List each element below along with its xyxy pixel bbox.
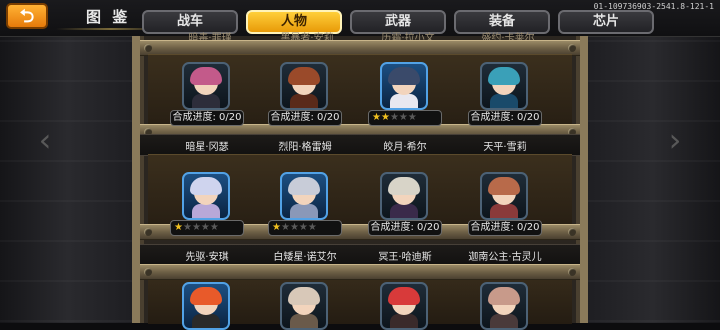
portrait-hair	[288, 177, 320, 195]
portrait-body	[192, 314, 220, 328]
star-icon: ★	[289, 222, 299, 233]
portrait-hair	[388, 177, 420, 195]
tab-chips[interactable]: 芯片	[558, 10, 654, 34]
star-icon: ★	[272, 222, 281, 233]
portrait-hair	[388, 67, 420, 85]
character-name: 烈阳·格雷姆	[278, 142, 332, 153]
character-name: 迦南公主·古灵儿	[468, 252, 542, 263]
portrait-body	[390, 204, 418, 218]
character-portrait[interactable]	[380, 62, 428, 110]
portrait-hair	[288, 67, 320, 85]
star-icon: ★	[407, 112, 417, 123]
character-portrait[interactable]	[380, 172, 428, 220]
build-id: 01-109736903-2541.8-121-1	[593, 2, 714, 11]
star-rating: ★★★★★	[170, 220, 244, 236]
portrait-body	[290, 204, 318, 218]
portrait-hair	[388, 287, 420, 305]
portrait-hair	[190, 177, 222, 195]
portrait-hair	[488, 67, 520, 85]
character-portrait[interactable]	[182, 62, 230, 110]
star-rating: ★★★★★	[368, 110, 442, 126]
star-icon: ★	[389, 112, 399, 123]
star-icon: ★	[200, 222, 210, 233]
portrait-hair	[488, 287, 520, 305]
character-name: 天平·雪莉	[483, 142, 527, 153]
character-name: 皎月·希尔	[383, 142, 427, 153]
character-name: 冥王·哈迪斯	[378, 252, 432, 263]
star-icon: ★	[191, 222, 201, 233]
character-name: 白矮星·诺艾尔	[273, 252, 337, 263]
portrait-body	[490, 314, 518, 328]
portrait-body	[390, 94, 418, 108]
portrait-hair	[190, 287, 222, 305]
character-portrait[interactable]	[280, 62, 328, 110]
left-hangar-panel	[0, 0, 150, 323]
portrait-body	[290, 314, 318, 328]
page-title: 图 鉴	[86, 8, 131, 26]
portrait-hair	[488, 177, 520, 195]
character-name: 先驱·安琪	[185, 252, 229, 263]
star-icon: ★	[209, 222, 219, 233]
synthesis-progress: 合成进度: 0/20	[468, 220, 542, 236]
star-icon: ★	[174, 222, 183, 233]
star-icon: ★	[398, 112, 408, 123]
synthesis-progress: 合成进度: 0/20	[468, 110, 542, 126]
portrait-body	[192, 94, 220, 108]
portrait-body	[390, 314, 418, 328]
right-chevron-icon: ›	[668, 121, 682, 159]
star-icon: ★	[307, 222, 317, 233]
synthesis-progress: 合成进度: 0/20	[368, 220, 442, 236]
portrait-hair	[288, 287, 320, 305]
character-name: 暗星·冈瑟	[185, 142, 229, 153]
shelf-divider	[140, 264, 580, 280]
synthesis-progress: 合成进度: 0/20	[170, 110, 244, 126]
star-icon: ★	[280, 222, 290, 233]
star-icon: ★	[298, 222, 308, 233]
portrait-hair	[190, 67, 222, 85]
synthesis-progress: 合成进度: 0/20	[268, 110, 342, 126]
portrait-body	[192, 204, 220, 218]
portrait-body	[490, 94, 518, 108]
back-button[interactable]: ⮌	[6, 3, 48, 29]
star-icon: ★	[182, 222, 192, 233]
left-chevron-icon: ‹	[38, 121, 52, 159]
character-portrait[interactable]	[480, 172, 528, 220]
star-icon: ★	[372, 112, 381, 123]
right-hangar-panel	[570, 0, 720, 323]
character-portrait[interactable]	[182, 172, 230, 220]
star-rating: ★★★★★	[268, 220, 342, 236]
portrait-body	[490, 204, 518, 218]
character-portrait[interactable]	[480, 62, 528, 110]
portrait-body	[290, 94, 318, 108]
star-icon: ★	[380, 112, 390, 123]
character-portrait[interactable]	[280, 172, 328, 220]
